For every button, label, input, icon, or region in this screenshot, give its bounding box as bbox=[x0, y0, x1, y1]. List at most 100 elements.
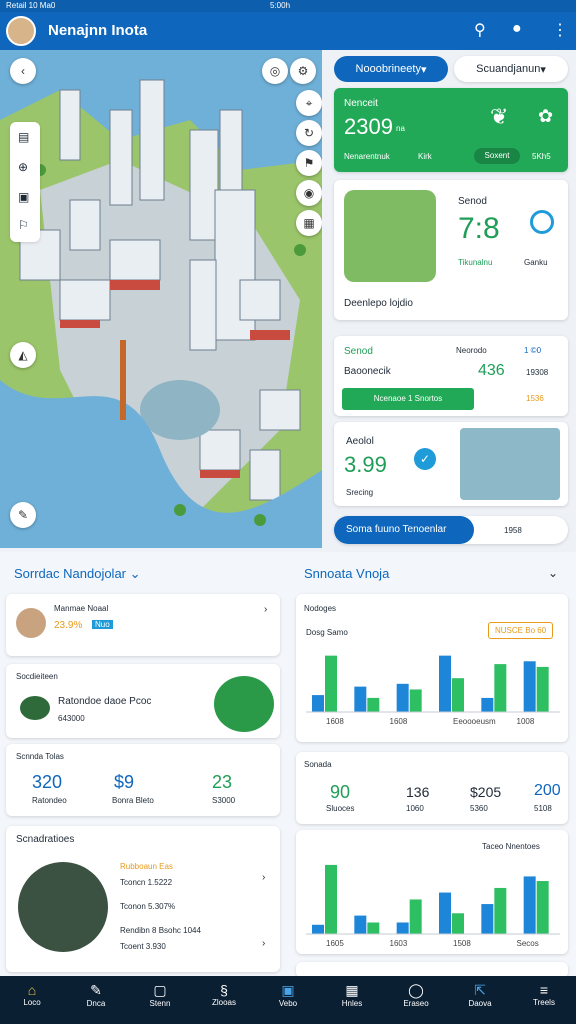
more-icon[interactable]: ⋮ bbox=[552, 20, 568, 40]
bar-1-2[interactable] bbox=[354, 686, 367, 712]
stats-label: Sonada bbox=[304, 760, 332, 769]
building-icon[interactable]: ▤ bbox=[18, 130, 29, 144]
left-row-2[interactable]: Socdieiteen Ratondoe daoe Pcoc 643000 bbox=[6, 664, 280, 738]
nav-item-8[interactable]: ⇱ Daova bbox=[448, 980, 512, 1024]
stat-value-2: $9 bbox=[114, 772, 135, 792]
notification-icon[interactable]: ● bbox=[512, 20, 522, 38]
score-card[interactable]: Aeolol 3.99 ✓ Srecing bbox=[334, 422, 568, 506]
chart2-svg: 1605 1603 1508 Secos bbox=[306, 864, 560, 948]
bar-1-3[interactable] bbox=[396, 683, 409, 712]
filter-pill-left[interactable]: Nooobrineety ▾ bbox=[334, 56, 448, 82]
bar-2-6[interactable] bbox=[536, 881, 549, 934]
stats-value-3: $205 bbox=[470, 784, 502, 800]
nav-label-6: Hnles bbox=[341, 999, 363, 1008]
book-icon: ▣ bbox=[281, 982, 295, 998]
grid-icon[interactable]: ▦ bbox=[296, 210, 322, 236]
stats-card: Sonada 90 136 $205 200 Sluoces 1060 5360… bbox=[296, 752, 568, 824]
edit-icon[interactable]: ✎ bbox=[10, 502, 36, 528]
bar-1-6[interactable] bbox=[523, 876, 536, 934]
nav-label-9: Treels bbox=[533, 998, 555, 1007]
bar-1-1[interactable] bbox=[312, 695, 324, 712]
city-thumbnail[interactable] bbox=[460, 428, 560, 500]
card1-badge[interactable]: Soxent bbox=[474, 148, 520, 164]
left-row-1[interactable]: Manmae Noaal 23.9% Nuo › bbox=[6, 594, 280, 656]
left-section-title[interactable]: Sorrdac Nandojolar ⌄ bbox=[14, 566, 141, 582]
nav-item-7[interactable]: ◯ Eraseo bbox=[384, 980, 448, 1024]
mode-icon[interactable]: ◭ bbox=[10, 342, 36, 368]
bar-2-6[interactable] bbox=[536, 666, 549, 712]
bar-2-4[interactable] bbox=[452, 913, 464, 934]
stat-card-green[interactable]: Nenceit 2309 na Nenarentnuk Kirk Soxent … bbox=[334, 88, 568, 172]
filter-pill-right[interactable]: Scuandjanun ▾ bbox=[454, 56, 568, 82]
bar-1-5[interactable] bbox=[481, 697, 494, 712]
back-icon[interactable]: ‹ bbox=[10, 58, 36, 84]
card3-button[interactable]: Ncenaoe 1 Snortos bbox=[342, 388, 474, 410]
check-icon[interactable]: ✓ bbox=[414, 448, 436, 470]
chart-card-2: Taceo Nnentoes 1605 1603 1508 Secos bbox=[296, 830, 568, 954]
chevron-right-icon[interactable]: › bbox=[262, 872, 265, 883]
bar-2-5[interactable] bbox=[494, 664, 507, 712]
bar-2-1[interactable] bbox=[325, 864, 337, 934]
settings-icon[interactable]: ⚙ bbox=[290, 58, 316, 84]
card2-row1: Tikunalnu bbox=[458, 258, 493, 267]
refresh-icon[interactable]: ↻ bbox=[296, 120, 322, 146]
chevron-right-icon[interactable]: › bbox=[264, 604, 267, 615]
bar-1-3[interactable] bbox=[396, 922, 409, 934]
bar-2-3[interactable] bbox=[409, 689, 422, 712]
chart2-label: Taceo Nnentoes bbox=[482, 842, 540, 851]
list-item-3-a: Rendibn 8 Bsohc 1044 bbox=[120, 926, 201, 935]
nav-item-6[interactable]: ▦ Hnles bbox=[320, 980, 384, 1024]
left-row3-head: Scnnda Tolas bbox=[16, 752, 64, 761]
hat-icon bbox=[20, 696, 50, 720]
card1-label4: 5Kh5 bbox=[532, 152, 551, 161]
bar-1-2[interactable] bbox=[354, 915, 367, 934]
flag-icon[interactable]: ⚐ bbox=[18, 218, 29, 232]
chart1-button[interactable]: NUSCE Bo 60 bbox=[488, 622, 554, 639]
card1-value: 2309 bbox=[344, 114, 393, 139]
pin-icon[interactable]: ⌖ bbox=[296, 90, 322, 116]
right-section-title[interactable]: Snnoata Vnoja bbox=[304, 566, 389, 581]
nav-item-5[interactable]: ▣ Vebo bbox=[256, 980, 320, 1024]
avatar[interactable] bbox=[6, 16, 36, 46]
chevron-down-icon[interactable]: ⌄ bbox=[548, 566, 558, 580]
card3-r1: Neorodo bbox=[456, 346, 487, 355]
bar-1-6[interactable] bbox=[523, 661, 536, 712]
search-bar-label[interactable]: Soma fuuno Tenoenlar bbox=[334, 516, 474, 544]
bar-2-1[interactable] bbox=[325, 655, 337, 712]
bar-1-4[interactable] bbox=[439, 655, 451, 712]
chevron-right-icon[interactable]: › bbox=[262, 938, 265, 949]
city-map[interactable]: ‹ ◎ ⚙ ⌖ ↻ ⚑ ◉ ▦ ▤ ⊕ ▣ ⚐ ◭ ✎ bbox=[0, 50, 322, 548]
eye-icon[interactable]: ◉ bbox=[296, 180, 322, 206]
map-summary-card[interactable]: Senod 7:8 Tikunalnu Ganku Deenlepo lojdi… bbox=[334, 180, 568, 320]
card2-title: Senod bbox=[458, 196, 487, 207]
target-icon[interactable]: ⊕ bbox=[18, 160, 28, 174]
left-row2-head: Socdieiteen bbox=[16, 672, 58, 681]
x-tick-label: 1508 bbox=[453, 939, 471, 948]
bar-1-1[interactable] bbox=[312, 924, 324, 934]
layers-icon[interactable]: ◎ bbox=[262, 58, 288, 84]
left-row-3[interactable]: Scnnda Tolas 320 $9 23 Ratondeo Bonra Bl… bbox=[6, 744, 280, 816]
nav-item-2[interactable]: ✎ Dnca bbox=[64, 980, 128, 1024]
search-bar[interactable]: Soma fuuno Tenoenlar 1958 bbox=[334, 516, 568, 544]
bar-2-3[interactable] bbox=[409, 899, 422, 934]
bar-1-4[interactable] bbox=[439, 892, 451, 934]
bar-1-5[interactable] bbox=[481, 904, 494, 934]
status-bar: Retail 10 Ma0 5:00h bbox=[0, 0, 576, 12]
nav-item-3[interactable]: ▢ Stenn bbox=[128, 980, 192, 1024]
nav-home[interactable]: ⌂ Loco bbox=[0, 980, 64, 1024]
card2-footer: Deenlepo lojdio bbox=[344, 298, 413, 309]
app-header: Nenajnn Inota ⚲ ● ⋮ bbox=[0, 12, 576, 50]
share-icon: ⇱ bbox=[474, 982, 486, 998]
bar-2-2[interactable] bbox=[367, 922, 380, 934]
plant-icon: ❦ bbox=[490, 104, 509, 129]
filter-icon[interactable]: ⚑ bbox=[296, 150, 322, 176]
bar-2-4[interactable] bbox=[452, 678, 464, 712]
bar-2-5[interactable] bbox=[494, 887, 507, 934]
box-icon[interactable]: ▣ bbox=[18, 190, 29, 204]
stats-foot-3: 5360 bbox=[470, 804, 488, 813]
nav-item-4[interactable]: § Zlooas bbox=[192, 980, 256, 1024]
nav-item-9[interactable]: ≡ Treels bbox=[512, 980, 576, 1024]
search-icon[interactable]: ⚲ bbox=[474, 20, 486, 40]
bar-2-2[interactable] bbox=[367, 697, 380, 712]
left-row-4[interactable]: Scnadratioes Rubboaun Eas Tconcn 1.5222 … bbox=[6, 826, 280, 972]
